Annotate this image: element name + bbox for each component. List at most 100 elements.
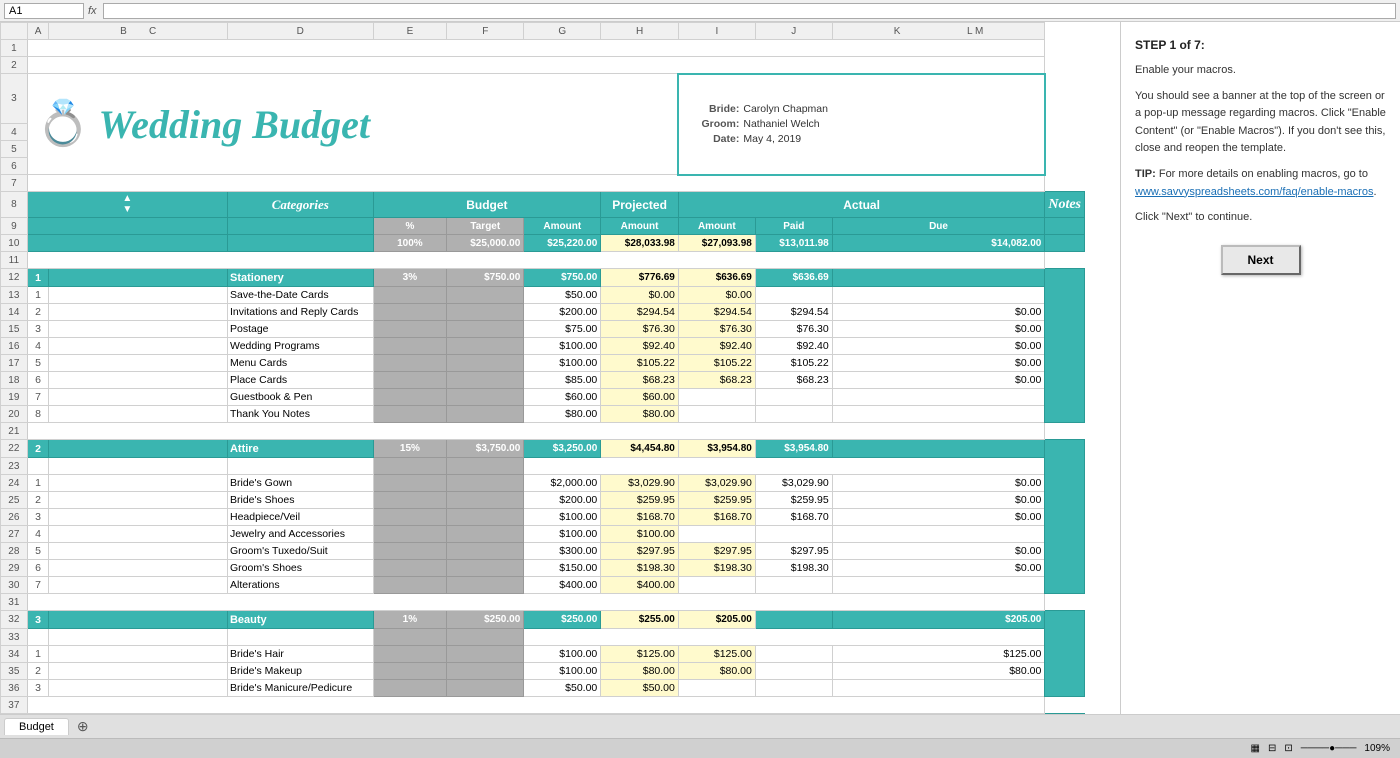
i-budget: $100.00	[524, 338, 601, 355]
title-cell: 💍 Wedding Budget	[27, 74, 373, 175]
i-name: Invitations and Reply Cards	[227, 304, 373, 321]
i-budget: $60.00	[524, 389, 601, 406]
i-pct	[373, 406, 447, 423]
i-sp	[49, 458, 228, 475]
i-target	[447, 321, 524, 338]
i-name: Menu Cards	[227, 355, 373, 372]
view-page-icon[interactable]: ⊟	[1268, 743, 1276, 754]
status-bar: ▦ ⊟ ⊡ ────●─── 109%	[0, 738, 1400, 758]
spreadsheet-area[interactable]: A B C D E F G H I J K L M	[0, 22, 1120, 714]
col-H: H	[601, 23, 679, 40]
i-paid	[755, 406, 832, 423]
rn-4: 4	[1, 124, 28, 141]
spreadsheet-wrapper: A B C D E F G H I J K L M	[0, 22, 1085, 714]
r2-empty	[27, 57, 1045, 74]
date-val: May 4, 2019	[743, 133, 801, 145]
i-due: $0.00	[832, 304, 1045, 321]
i-sp	[49, 475, 228, 492]
i-target	[447, 338, 524, 355]
i-target	[447, 372, 524, 389]
spacer-row: 31	[1, 594, 1085, 611]
sh-projamt: Amount	[601, 218, 679, 235]
i-proj: $60.00	[601, 389, 679, 406]
i-num: 1	[27, 287, 49, 304]
i-paid: $92.40	[755, 338, 832, 355]
i-due	[832, 287, 1045, 304]
tip-label: TIP:	[1135, 168, 1156, 180]
name-box[interactable]	[4, 3, 84, 19]
i-budget: $2,000.00	[524, 475, 601, 492]
item-row: 24 1 Bride's Gown $2,000.00 $3,029.90 $3…	[1, 475, 1085, 492]
i-due: $0.00	[832, 372, 1045, 389]
rn-10: 10	[1, 235, 28, 252]
i-sp	[49, 287, 228, 304]
item-row: 25 2 Bride's Shoes $200.00 $259.95 $259.…	[1, 492, 1085, 509]
i-pct	[373, 355, 447, 372]
zoom-slider[interactable]: ────●───	[1301, 743, 1357, 754]
i-pct	[373, 389, 447, 406]
cat2-num: 2	[27, 440, 49, 458]
col-J: J	[755, 23, 832, 40]
i-budget: $200.00	[524, 304, 601, 321]
i-num: 8	[27, 406, 49, 423]
view-layout-icon[interactable]: ⊡	[1284, 743, 1292, 754]
i-budget: $50.00	[524, 287, 601, 304]
i-sp	[49, 355, 228, 372]
spacer	[27, 423, 1045, 440]
i-due: $0.00	[832, 355, 1045, 372]
spreadsheet-table: A B C D E F G H I J K L M	[0, 22, 1085, 714]
i-sp	[49, 321, 228, 338]
cat2-target: $3,750.00	[447, 440, 524, 458]
i-sp	[49, 389, 228, 406]
panel-instructions: You should see a banner at the top of th…	[1135, 88, 1386, 158]
sort-buttons-cell: ▲ ▼	[27, 192, 227, 218]
sh-pct: %	[373, 218, 447, 235]
tot-empty	[27, 235, 227, 252]
ring-icon: 💍	[36, 102, 91, 146]
row-2: 2	[1, 57, 1085, 74]
rn-2: 2	[1, 57, 28, 74]
i-actual: $294.54	[678, 304, 755, 321]
item-row: 18 6 Place Cards $85.00 $68.23 $68.23 $6…	[1, 372, 1085, 389]
sh-notes	[1045, 218, 1085, 235]
sort-down-btn[interactable]: ▼	[118, 205, 136, 215]
i-paid: $3,029.90	[755, 475, 832, 492]
i-budget: $80.00	[524, 406, 601, 423]
cat2-paid: $3,954.80	[755, 440, 832, 458]
cat1-actual: $636.69	[678, 269, 755, 287]
sh-actamt: Amount	[678, 218, 755, 235]
cat-row-beauty: 32 3 Beauty 1% $250.00 $250.00 $255.00 $…	[1, 611, 1085, 629]
i-sp	[49, 406, 228, 423]
categories-header: Categories	[227, 192, 373, 218]
item-row: 33	[1, 629, 1085, 646]
info-box: Bride: Carolyn Chapman Groom: Nathaniel …	[678, 74, 1044, 175]
next-button[interactable]: Next	[1221, 245, 1301, 275]
sh-cat	[227, 218, 373, 235]
cat2-actual: $3,954.80	[678, 440, 755, 458]
i-name: Postage	[227, 321, 373, 338]
i-paid: $68.23	[755, 372, 832, 389]
formula-input[interactable]	[103, 3, 1396, 19]
i-num	[27, 458, 49, 475]
view-normal-icon[interactable]: ▦	[1251, 743, 1260, 754]
cat-row-stationery: 12 1 Stationery 3% $750.00 $750.00 $776.…	[1, 269, 1085, 287]
cat1-paid: $636.69	[755, 269, 832, 287]
sh-target: Target	[447, 218, 524, 235]
rn-1: 1	[1, 40, 28, 57]
rn-3: 3	[1, 74, 28, 124]
i-pct	[373, 287, 447, 304]
i-proj: $76.30	[601, 321, 679, 338]
row-9-subheaders: 9 % Target Amount Amount Amount Paid Due	[1, 218, 1085, 235]
item-row: 35 2 Bride's Makeup $100.00 $80.00 $80.0…	[1, 663, 1085, 680]
sort-up-btn[interactable]: ▲	[118, 194, 136, 204]
app-container: fx	[0, 0, 1400, 758]
sheet-tab-budget[interactable]: Budget	[4, 718, 69, 735]
i-num: 2	[27, 304, 49, 321]
i-proj: $80.00	[601, 406, 679, 423]
col-header-rn	[1, 23, 28, 40]
i-name: Place Cards	[227, 372, 373, 389]
add-sheet-button[interactable]: ⊕	[69, 718, 97, 735]
item-row: 26 3 Headpiece/Veil $100.00 $168.70 $168…	[1, 509, 1085, 526]
tot-paid: $13,011.98	[755, 235, 832, 252]
col-G: G	[524, 23, 601, 40]
